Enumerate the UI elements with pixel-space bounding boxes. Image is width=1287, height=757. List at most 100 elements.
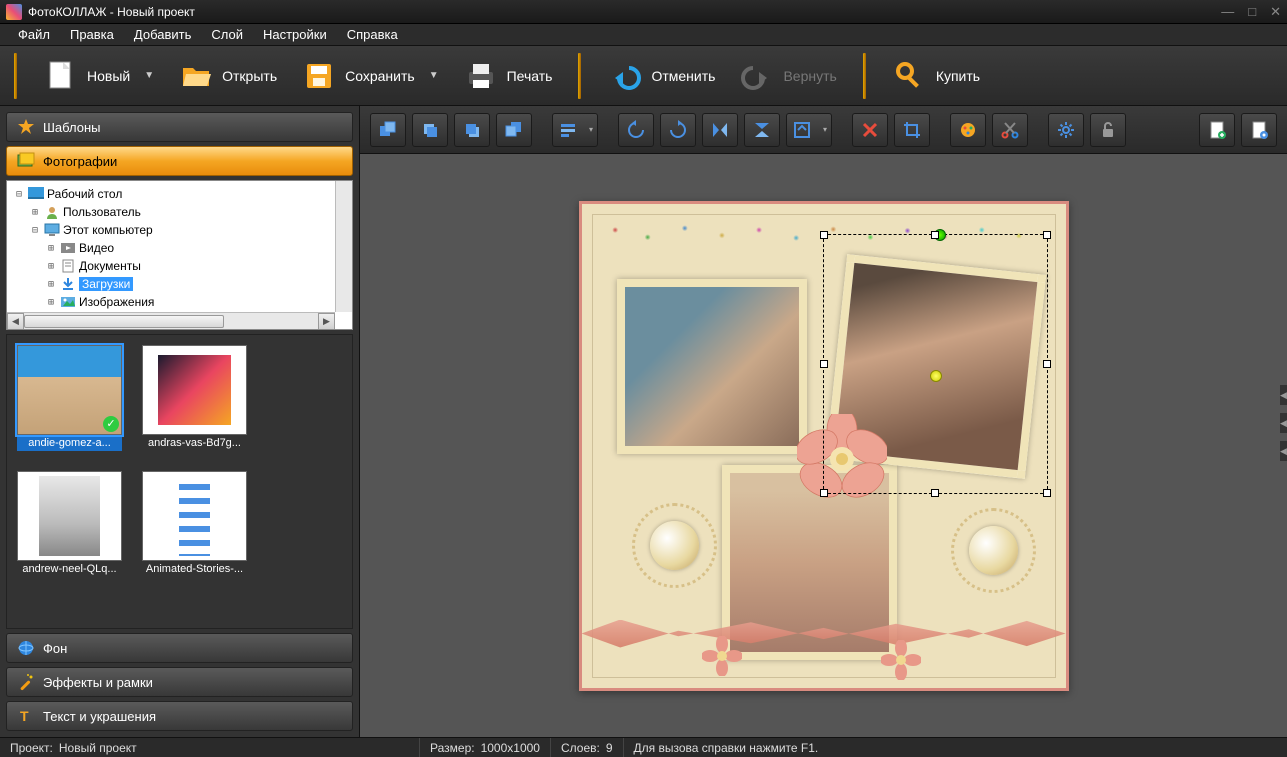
- print-button[interactable]: Печать: [451, 54, 565, 98]
- color-button[interactable]: [950, 113, 986, 147]
- decoration-pearl: [632, 503, 717, 588]
- decoration-beads: [592, 212, 1056, 248]
- maximize-button[interactable]: □: [1248, 4, 1256, 20]
- star-icon: [17, 118, 35, 136]
- dropdown-icon: ▼: [429, 70, 439, 81]
- status-size-value: 1000x1000: [481, 741, 540, 755]
- thumbnail-item[interactable]: Animated-Stories-...: [142, 471, 247, 577]
- cut-button[interactable]: [992, 113, 1028, 147]
- new-label: Новый: [87, 68, 130, 84]
- resize-handle[interactable]: [1043, 360, 1051, 368]
- resize-handle[interactable]: [1043, 489, 1051, 497]
- bring-front-button[interactable]: [370, 113, 406, 147]
- globe-icon: [17, 639, 35, 657]
- user-icon: [44, 205, 60, 219]
- decoration-pearl: [951, 508, 1036, 593]
- new-file-icon: [43, 58, 79, 94]
- scrollbar-thumb[interactable]: [24, 315, 224, 328]
- download-icon: [60, 277, 76, 291]
- document-icon: [60, 259, 76, 273]
- save-label: Сохранить: [345, 68, 415, 84]
- effects-label: Эффекты и рамки: [43, 675, 153, 690]
- toolbar-separator: [14, 53, 17, 99]
- tree-horizontal-scrollbar[interactable]: ◀ ▶: [7, 312, 335, 329]
- app-icon: [6, 4, 22, 20]
- tab-photos[interactable]: Фотографии: [6, 146, 353, 176]
- menu-settings[interactable]: Настройки: [255, 25, 335, 44]
- rotate-left-button[interactable]: [618, 113, 654, 147]
- tab-background[interactable]: Фон: [6, 633, 353, 663]
- save-button[interactable]: Сохранить ▼: [289, 54, 450, 98]
- minimize-button[interactable]: —: [1221, 4, 1234, 20]
- settings-button[interactable]: [1048, 113, 1084, 147]
- images-icon: [60, 295, 76, 309]
- menu-file[interactable]: Файл: [10, 25, 58, 44]
- wand-icon: [17, 673, 35, 691]
- fit-button[interactable]: [786, 113, 832, 147]
- add-page-button[interactable]: [1199, 113, 1235, 147]
- delete-button[interactable]: [852, 113, 888, 147]
- tree-desktop[interactable]: Рабочий стол: [47, 187, 122, 201]
- flip-vertical-button[interactable]: [744, 113, 780, 147]
- tree-user[interactable]: Пользователь: [63, 205, 141, 219]
- folder-tree[interactable]: ⊟Рабочий стол ⊞Пользователь ⊟Этот компью…: [6, 180, 353, 330]
- undo-button[interactable]: Отменить: [595, 54, 727, 98]
- send-back-button[interactable]: [496, 113, 532, 147]
- templates-label: Шаблоны: [43, 120, 101, 135]
- status-layers-label: Слоев:: [561, 741, 600, 755]
- statusbar: Проект: Новый проект Размер: 1000x1000 С…: [0, 737, 1287, 757]
- thumbnail-item[interactable]: andras-vas-Bd7g...: [142, 345, 247, 451]
- thumbnail-caption: andie-gomez-a...: [17, 435, 122, 451]
- redo-icon: [739, 58, 775, 94]
- flip-horizontal-button[interactable]: [702, 113, 738, 147]
- menu-help[interactable]: Справка: [339, 25, 406, 44]
- decoration-flower: [881, 640, 921, 680]
- tab-text[interactable]: T Текст и украшения: [6, 701, 353, 731]
- dropdown-icon: ▼: [144, 70, 154, 81]
- status-size-label: Размер:: [430, 741, 475, 755]
- rotate-right-button[interactable]: [660, 113, 696, 147]
- tree-videos[interactable]: Видео: [79, 241, 114, 255]
- tree-documents[interactable]: Документы: [79, 259, 141, 273]
- status-help-text: Для вызова справки нажмите F1.: [634, 741, 819, 755]
- menu-add[interactable]: Добавить: [126, 25, 199, 44]
- redo-button[interactable]: Вернуть: [727, 54, 848, 98]
- tree-images[interactable]: Изображения: [79, 295, 154, 309]
- menu-layer[interactable]: Слой: [203, 25, 251, 44]
- decoration-flower: [702, 636, 742, 676]
- new-button[interactable]: Новый ▼: [31, 54, 166, 98]
- menu-edit[interactable]: Правка: [62, 25, 122, 44]
- lock-button[interactable]: [1090, 113, 1126, 147]
- scroll-left-icon[interactable]: ◀: [7, 313, 24, 330]
- send-backward-button[interactable]: [454, 113, 490, 147]
- left-panel: Шаблоны Фотографии ⊟Рабочий стол ⊞Пользо…: [0, 106, 360, 737]
- panel-expand-handle[interactable]: ◀: [1279, 412, 1287, 434]
- close-button[interactable]: ✕: [1270, 4, 1281, 20]
- buy-button[interactable]: Купить: [880, 54, 992, 98]
- tree-vertical-scrollbar[interactable]: [335, 181, 352, 312]
- status-layers-value: 9: [606, 741, 613, 755]
- tab-templates[interactable]: Шаблоны: [6, 112, 353, 142]
- page-settings-button[interactable]: [1241, 113, 1277, 147]
- panel-expand-handle[interactable]: ◀: [1279, 384, 1287, 406]
- open-button[interactable]: Открыть: [166, 54, 289, 98]
- tree-computer[interactable]: Этот компьютер: [63, 223, 153, 237]
- scroll-right-icon[interactable]: ▶: [318, 313, 335, 330]
- buy-label: Купить: [936, 68, 980, 84]
- tree-downloads[interactable]: Загрузки: [79, 277, 133, 291]
- checkmark-icon: ✓: [103, 416, 119, 432]
- decoration-flower-large: [797, 414, 887, 504]
- toolbar-separator: [578, 53, 581, 99]
- tab-effects[interactable]: Эффекты и рамки: [6, 667, 353, 697]
- bring-forward-button[interactable]: [412, 113, 448, 147]
- thumbnail-item[interactable]: ✓ andie-gomez-a...: [17, 345, 122, 451]
- thumbnail-item[interactable]: andrew-neel-QLq...: [17, 471, 122, 577]
- photo-frame-1[interactable]: [617, 279, 807, 454]
- panel-expand-handle[interactable]: ◀: [1279, 440, 1287, 462]
- canvas-viewport[interactable]: ◀ ◀ ◀: [360, 154, 1287, 737]
- resize-handle[interactable]: [931, 489, 939, 497]
- resize-handle[interactable]: [820, 360, 828, 368]
- collage-canvas[interactable]: [579, 201, 1069, 691]
- crop-button[interactable]: [894, 113, 930, 147]
- align-button[interactable]: [552, 113, 598, 147]
